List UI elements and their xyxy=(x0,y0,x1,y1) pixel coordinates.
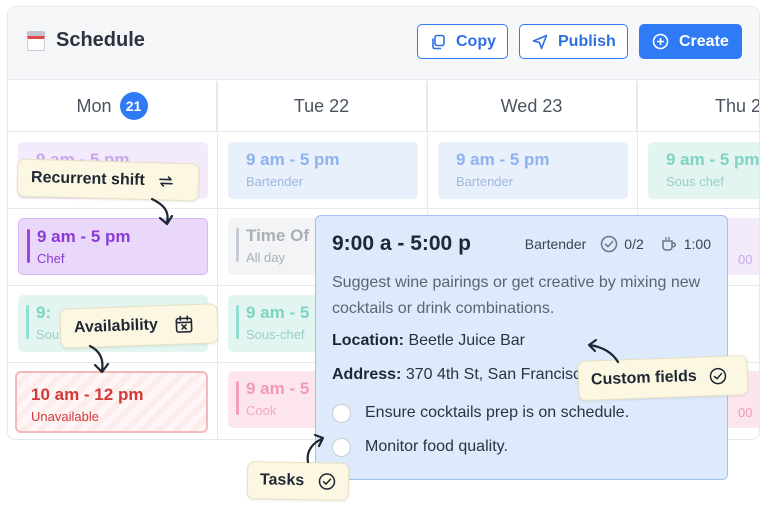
day-header-mon[interactable]: Mon 21 xyxy=(8,81,217,131)
address-label: Address: xyxy=(332,366,402,383)
address-value: 370 4th St, San Francisco xyxy=(405,366,590,383)
popover-header: 9:00 a - 5:00 p Bartender 0/2 1:00 xyxy=(332,232,711,256)
shift-role: Sous chef xyxy=(666,174,724,189)
column-divider xyxy=(217,81,218,439)
popover-role: Bartender xyxy=(524,236,587,252)
shift-description: Suggest wine pairings or get creative by… xyxy=(332,274,701,317)
location-value: Beetle Juice Bar xyxy=(408,332,525,349)
row-divider xyxy=(8,131,759,132)
calendar-x-icon xyxy=(175,315,193,333)
arrow-recurrent-icon xyxy=(150,197,174,226)
create-button[interactable]: Create xyxy=(639,24,742,59)
break-time: 1:00 xyxy=(683,236,711,252)
unavailable-time: 10 am - 12 pm xyxy=(31,385,144,404)
shift-card[interactable]: 9 am - 5 pm Bartender xyxy=(228,142,418,199)
title-wrap: Schedule xyxy=(26,29,145,52)
tasks-count: 0/2 xyxy=(624,236,644,252)
callout-label: Recurrent shift xyxy=(30,168,146,189)
copy-label: Copy xyxy=(456,32,496,50)
shift-role: Chef xyxy=(37,251,65,266)
unavailable-block[interactable]: 10 am - 12 pm Unavailable xyxy=(15,371,208,433)
popover-time: 9:00 a - 5:00 p xyxy=(332,232,471,255)
callout-availability: Availability xyxy=(59,303,219,349)
check-circle-icon xyxy=(318,473,336,490)
plus-circle-icon xyxy=(652,33,669,50)
publish-label: Publish xyxy=(558,32,616,50)
day-name: Mon xyxy=(76,95,112,116)
task-checkbox[interactable] xyxy=(332,437,351,457)
shift-color-bar xyxy=(236,228,239,262)
popover-meta: Bartender 0/2 1:00 xyxy=(525,235,711,253)
task-item[interactable]: Monitor food quality. xyxy=(332,436,711,458)
shift-time: 9 am - 5 pm xyxy=(456,150,550,169)
shift-color-bar xyxy=(236,305,239,339)
shift-card[interactable]: 9 am - 5 pm Sous chef xyxy=(648,142,760,199)
check-circle-icon xyxy=(601,235,618,253)
schedule-header: Schedule Copy Publish Create xyxy=(8,7,759,80)
shift-color-bar xyxy=(27,229,30,263)
callout-tasks: Tasks xyxy=(246,461,350,501)
shift-details-popover[interactable]: 9:00 a - 5:00 p Bartender 0/2 1:00 Sugge… xyxy=(315,215,728,480)
publish-button[interactable]: Publish xyxy=(519,24,628,59)
task-label: Monitor food quality. xyxy=(365,438,508,455)
create-label: Create xyxy=(679,32,729,50)
today-badge: 21 xyxy=(119,92,148,120)
callout-label: Custom fields xyxy=(590,367,698,389)
callout-recurrent-shift: Recurrent shift xyxy=(16,158,200,202)
calendar-icon xyxy=(26,30,46,51)
shift-time: 9 am - 5 pm xyxy=(246,150,340,169)
row-divider xyxy=(8,208,759,209)
callout-label: Tasks xyxy=(259,471,305,490)
day-name: Thu 2 xyxy=(715,95,760,116)
shift-time: 9 am - 5 pm xyxy=(666,150,760,169)
day-header-thu[interactable]: Thu 2 xyxy=(637,81,760,131)
shift-time-fragment: 00 xyxy=(738,252,753,267)
arrow-tasks-icon xyxy=(306,433,325,464)
repeat-icon xyxy=(159,176,173,187)
shift-color-bar xyxy=(236,381,239,415)
shift-role: Bartender xyxy=(456,174,514,189)
day-header-wed[interactable]: Wed 23 xyxy=(427,81,637,131)
coffee-cup-icon xyxy=(662,236,676,251)
check-circle-icon xyxy=(709,367,727,385)
day-name: Tue 22 xyxy=(293,95,350,116)
copy-button[interactable]: Copy xyxy=(417,24,508,59)
arrow-custom-fields-icon xyxy=(587,338,620,364)
shift-color-bar xyxy=(26,305,29,339)
location-label: Location: xyxy=(332,332,404,349)
shift-time-fragment: 00 xyxy=(738,405,753,420)
day-name: Wed 23 xyxy=(500,95,563,116)
location-row: Location: Beetle Juice Bar xyxy=(332,332,711,350)
unavailable-label: Unavailable xyxy=(31,409,99,424)
callout-label: Availability xyxy=(73,316,159,337)
shift-role: Bartender xyxy=(246,174,304,189)
task-label: Ensure cocktails prep is on schedule. xyxy=(365,404,630,421)
shift-time: 9 am - 5 pm xyxy=(37,227,131,246)
page-title: Schedule xyxy=(56,29,145,51)
send-icon xyxy=(532,34,548,49)
day-header-tue[interactable]: Tue 22 xyxy=(217,81,427,131)
task-item[interactable]: Ensure cocktails prep is on schedule. xyxy=(332,402,711,424)
copy-icon xyxy=(432,34,445,49)
shift-card[interactable]: 9 am - 5 pm Bartender xyxy=(438,142,628,199)
task-checkbox[interactable] xyxy=(332,403,351,423)
arrow-availability-icon xyxy=(88,344,110,374)
